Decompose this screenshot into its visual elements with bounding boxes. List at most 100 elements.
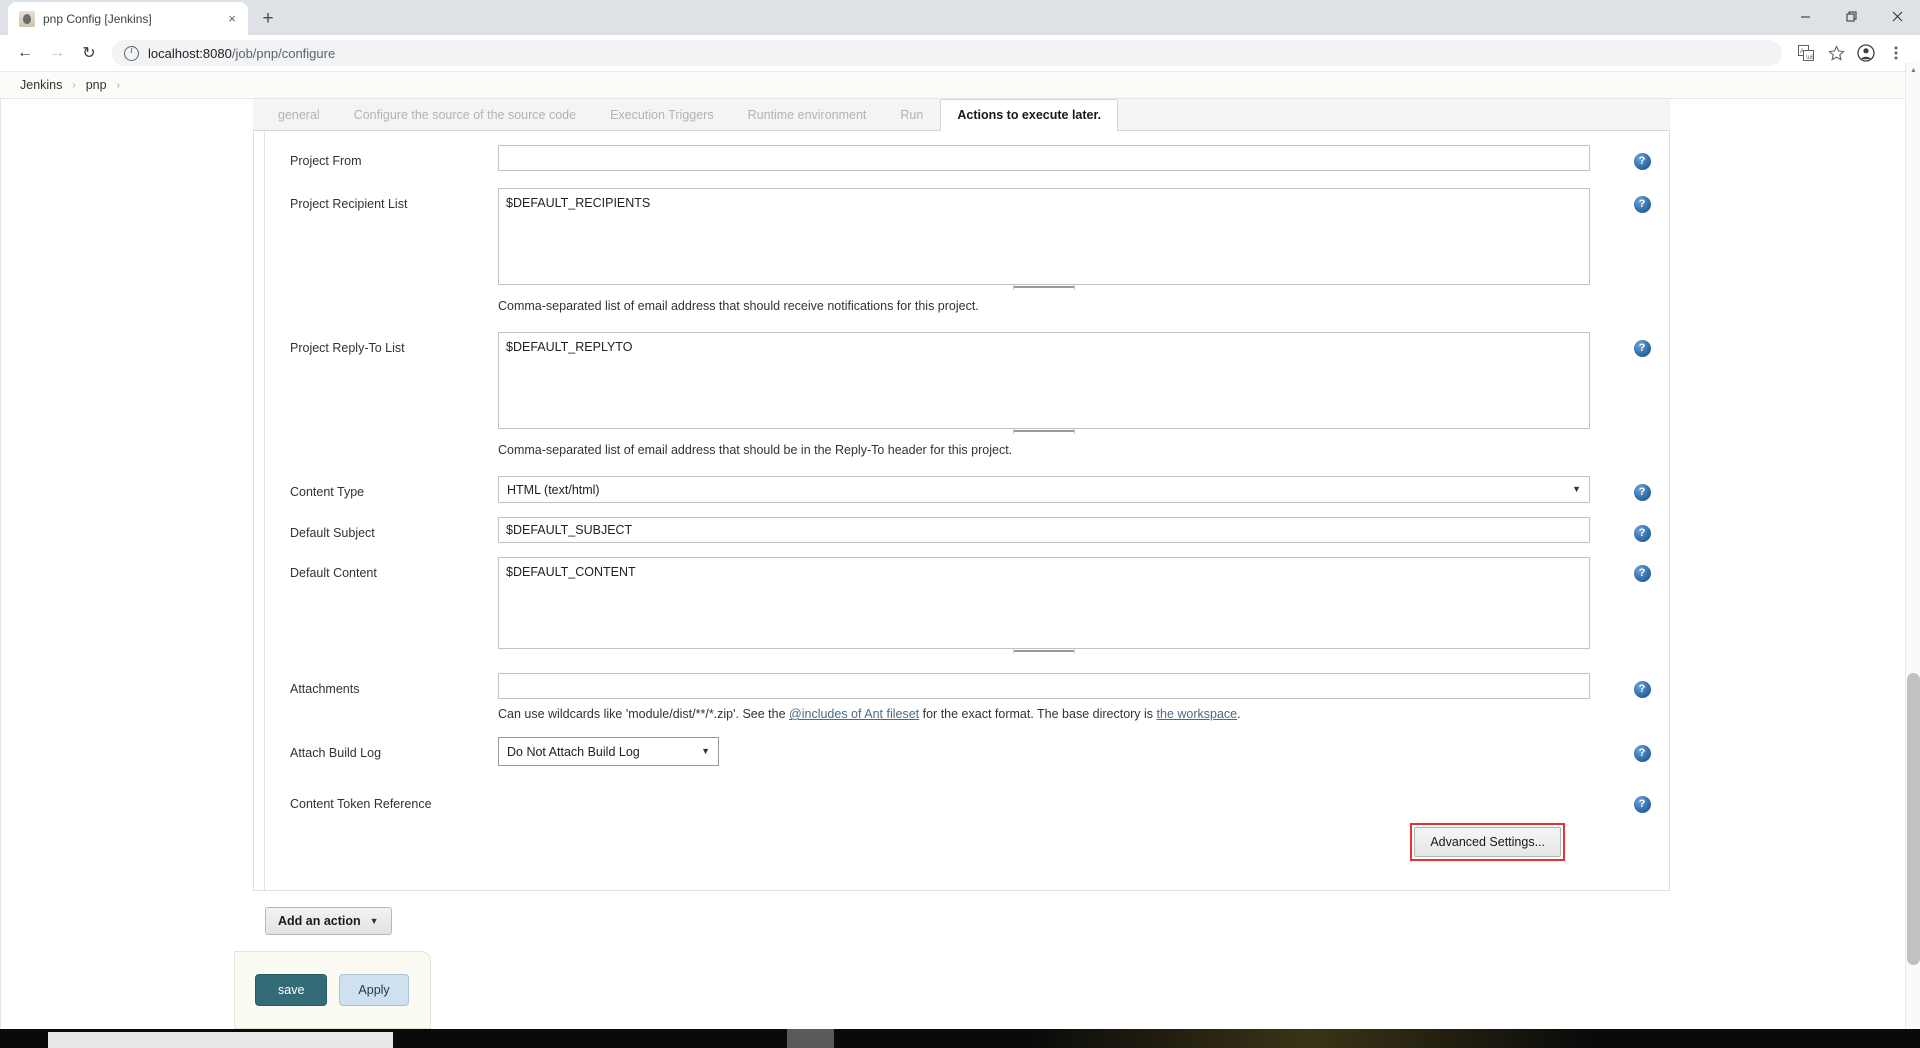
project-recipient-list-field: $DEFAULT_RECIPIENTS Comma-separated list… [498,188,1615,315]
close-icon[interactable]: × [224,11,240,27]
save-button[interactable]: save [255,974,328,1006]
default-content-field: $DEFAULT_CONTENT [498,557,1615,655]
restore-icon[interactable] [1828,0,1874,32]
attach-build-log-help: ? [1615,737,1669,762]
attachments-desc-part3: . [1237,707,1241,721]
default-content-textarea[interactable]: $DEFAULT_CONTENT [498,557,1590,649]
textarea-resize-handle[interactable] [498,285,1590,291]
tab-run[interactable]: Run [883,99,940,130]
help-icon[interactable]: ? [1633,745,1651,762]
scrollbar-thumb[interactable] [1907,673,1920,965]
help-icon[interactable]: ? [1633,153,1651,170]
content-type-field: HTML (text/html) ▼ [498,476,1615,503]
attachments-input[interactable] [498,673,1590,699]
breadcrumb: Jenkins › pnp › [0,72,1920,99]
tab-execution-triggers[interactable]: Execution Triggers [593,99,731,130]
taskbar-glow [1030,1029,1590,1048]
svg-text:A: A [1800,49,1804,55]
taskbar-segment[interactable] [787,1029,834,1048]
field-row-default-subject: Default Subject ? [254,503,1669,543]
add-action-row: Add an action ▼ [253,891,1670,935]
breadcrumb-item-pnp[interactable]: pnp [80,78,113,92]
back-icon[interactable]: ← [10,38,40,68]
default-subject-label: Default Subject [290,526,375,540]
attach-build-log-value: Do Not Attach Build Log [507,744,640,759]
attach-build-log-select[interactable]: Do Not Attach Build Log ▼ [498,737,719,766]
forward-icon[interactable]: → [42,38,72,68]
project-recipient-list-textarea[interactable]: $DEFAULT_RECIPIENTS [498,188,1590,285]
chevron-right-icon: › [72,79,76,91]
attachments-desc-part1: Can use wildcards like 'module/dist/**/*… [498,707,790,721]
attachments-field: Can use wildcards like 'module/dist/**/*… [498,673,1615,723]
chevron-down-icon: ▼ [369,915,379,926]
close-icon[interactable] [1874,0,1920,32]
address-bar[interactable]: localhost:8080/job/pnp/configure [112,40,1782,66]
vertical-scrollbar[interactable]: ▲ ▼ [1905,63,1920,1048]
window-controls [1782,0,1920,32]
reload-icon[interactable]: ↻ [74,38,104,68]
form-inner-divider [264,131,265,890]
project-from-input[interactable] [498,145,1590,171]
help-icon[interactable]: ? [1633,525,1651,542]
project-recipient-list-description: Comma-separated list of email address th… [498,299,979,313]
help-icon[interactable]: ? [1633,340,1651,357]
help-icon[interactable]: ? [1633,196,1651,213]
scroll-up-arrow-icon[interactable]: ▲ [1906,63,1920,78]
textarea-resize-handle[interactable] [498,649,1590,655]
project-recipient-list-help: ? [1615,188,1669,213]
config-form-body: Project From ? Project Recipient List $D… [253,131,1670,891]
tab-general[interactable]: general [261,99,337,130]
profile-avatar-icon[interactable] [1852,39,1880,67]
bookmark-star-icon[interactable] [1822,39,1850,67]
translate-icon[interactable]: A \u6587 [1792,39,1820,67]
jenkins-favicon [19,10,35,27]
project-reply-to-list-textarea[interactable]: $DEFAULT_REPLYTO [498,332,1590,429]
browser-window: pnp Config [Jenkins] × + ← → ↻ i localho… [0,0,1920,1048]
breadcrumb-item-jenkins[interactable]: Jenkins [14,78,68,92]
taskbar-window-preview[interactable] [48,1032,393,1048]
chevron-down-icon: ▼ [1572,484,1581,494]
attachments-label: Attachments [290,682,360,696]
chevron-right-icon: › [116,79,120,91]
textarea-resize-handle[interactable] [498,429,1590,435]
add-an-action-button[interactable]: Add an action ▼ [265,907,392,935]
ant-fileset-link[interactable]: @includes of Ant fileset [789,707,919,721]
form-footer-bar: save Apply [234,951,431,1029]
url-host: localhost:8080 [148,45,232,61]
content-token-reference-label: Content Token Reference [290,797,432,811]
project-reply-to-list-label: Project Reply-To List [290,341,405,355]
chevron-down-icon: ▼ [701,746,710,756]
tab-configure-source[interactable]: Configure the source of the source code [337,99,593,130]
config-tab-bar: general Configure the source of the sour… [253,99,1670,131]
advanced-settings-row: Advanced Settings... [254,823,1669,861]
content-token-reference-help: ? [1615,788,1669,813]
project-from-help: ? [1615,145,1669,170]
browser-tab[interactable]: pnp Config [Jenkins] × [8,2,248,35]
default-content-help: ? [1615,557,1669,582]
workspace-link[interactable]: the workspace [1157,707,1238,721]
page-left-divider [0,99,1,1029]
field-row-attach-build-log: Attach Build Log Do Not Attach Build Log… [254,723,1669,766]
advanced-settings-highlight: Advanced Settings... [1410,823,1565,861]
url-path: /job/pnp/configure [231,45,336,61]
default-subject-input[interactable] [498,517,1590,543]
project-reply-to-list-description: Comma-separated list of email address th… [498,443,1013,457]
minimize-icon[interactable] [1782,0,1828,32]
apply-button[interactable]: Apply [339,974,409,1006]
tab-runtime-environment[interactable]: Runtime environment [731,99,884,130]
help-icon[interactable]: ? [1633,565,1651,582]
content-type-select[interactable]: HTML (text/html) ▼ [498,476,1590,503]
help-icon[interactable]: ? [1633,796,1651,813]
field-row-project-reply-to-list: Project Reply-To List $DEFAULT_REPLYTO C… [254,315,1669,459]
info-icon[interactable] [124,45,139,61]
content-type-help: ? [1615,476,1669,501]
attachments-help: ? [1615,673,1669,698]
help-icon[interactable]: ? [1633,484,1651,501]
field-row-project-from: Project From ? [254,131,1669,171]
help-icon[interactable]: ? [1633,681,1651,698]
content-type-label: Content Type [290,485,365,499]
tab-actions-to-execute-later[interactable]: Actions to execute later. [940,99,1119,131]
default-content-label: Default Content [290,566,377,580]
advanced-settings-button[interactable]: Advanced Settings... [1414,827,1561,857]
new-tab-button[interactable]: + [254,5,282,33]
